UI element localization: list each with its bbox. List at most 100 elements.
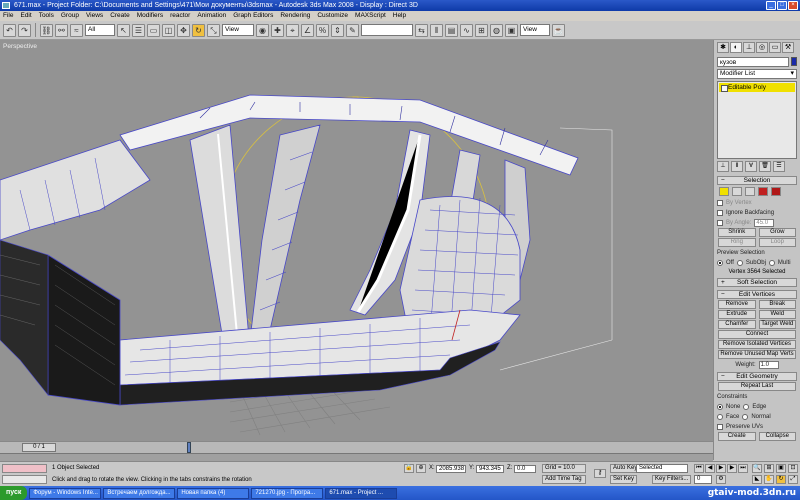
time-slider-frame[interactable]: 0 / 1	[22, 443, 56, 452]
taskbar-item-folder[interactable]: Новая папка (4)	[177, 487, 250, 499]
weight-field[interactable]: 1.0	[758, 360, 779, 369]
mirror-icon[interactable]: ⇆	[415, 23, 428, 37]
constraint-normal-radio[interactable]	[742, 413, 749, 420]
soft-selection-rollout[interactable]: Soft Selection	[717, 278, 797, 287]
car-body-mesh[interactable]	[0, 94, 579, 406]
menu-graph-editors[interactable]: Graph Editors	[233, 11, 273, 21]
menu-animation[interactable]: Animation	[197, 11, 226, 21]
constraint-edge-radio[interactable]	[743, 403, 750, 410]
go-to-start-icon[interactable]: ⏮	[694, 464, 704, 473]
material-editor-icon[interactable]: ◍	[490, 23, 503, 37]
link-icon[interactable]: ⛓	[40, 23, 53, 37]
remove-modifier-icon[interactable]: 🗑	[759, 161, 771, 172]
arc-rotate-icon[interactable]: ↻	[776, 475, 786, 484]
motion-tab-icon[interactable]: ◎	[756, 42, 768, 53]
create-button[interactable]: Create	[718, 432, 756, 441]
menu-maxscript[interactable]: MAXScript	[355, 11, 386, 21]
menu-file[interactable]: File	[3, 11, 13, 21]
object-color-swatch[interactable]	[791, 57, 797, 66]
select-object-icon[interactable]: ↖	[117, 23, 130, 37]
display-tab-icon[interactable]: ▭	[769, 42, 781, 53]
menu-modifiers[interactable]: Modifiers	[137, 11, 163, 21]
shrink-button[interactable]: Shrink	[718, 228, 756, 237]
track-bar[interactable]	[0, 453, 713, 461]
curve-editor-icon[interactable]: ∿	[460, 23, 473, 37]
modify-tab-icon[interactable]: ◐	[730, 42, 742, 53]
angle-snap-icon[interactable]: ∠	[301, 23, 314, 37]
undo-icon[interactable]: ↶	[3, 23, 16, 37]
repeat-last-button[interactable]: Repeat Last	[718, 382, 796, 391]
taskbar-item-browser[interactable]: Форум - Windows Inte...	[29, 487, 102, 499]
time-slider-handle[interactable]	[187, 442, 191, 453]
preserve-uvs-checkbox[interactable]	[717, 423, 723, 430]
stack-item-editable-poly[interactable]: Editable Poly	[719, 83, 795, 92]
redo-icon[interactable]: ↷	[18, 23, 31, 37]
preview-multi-radio[interactable]	[768, 259, 775, 266]
menu-help[interactable]: Help	[393, 11, 406, 21]
close-button[interactable]: ×	[788, 1, 798, 10]
pivot-center-icon[interactable]: ◉	[256, 23, 269, 37]
y-coordinate-field[interactable]: 943.345	[476, 465, 504, 473]
polygon-subobject-icon[interactable]	[758, 187, 768, 196]
edit-geometry-rollout[interactable]: Edit Geometry	[717, 372, 797, 381]
key-mode-dropdown[interactable]: Selected	[636, 464, 688, 473]
pin-stack-icon[interactable]: ⊥	[717, 161, 729, 172]
edit-named-selection-icon[interactable]: ✎	[346, 23, 359, 37]
start-button[interactable]: пуск	[0, 486, 28, 500]
selection-filter-dropdown[interactable]: All	[85, 24, 115, 36]
maximize-button[interactable]: □	[777, 1, 787, 10]
by-angle-field[interactable]: 45.0	[754, 218, 775, 227]
key-icon[interactable]: ⚷	[594, 469, 606, 478]
by-vertex-checkbox[interactable]	[717, 199, 723, 206]
go-to-end-icon[interactable]: ⏭	[738, 464, 748, 473]
create-tab-icon[interactable]: ✱	[717, 42, 729, 53]
loop-button[interactable]: Loop	[758, 238, 796, 247]
constraint-face-radio[interactable]	[717, 413, 723, 420]
set-key-button[interactable]: Set Key	[610, 475, 638, 484]
maximize-viewport-icon[interactable]: ⤢	[788, 475, 798, 484]
time-configuration-icon[interactable]: ⚙	[716, 475, 726, 484]
reference-coord-dropdown[interactable]: View	[222, 24, 254, 36]
zoom-extents-icon[interactable]: ▣	[776, 464, 786, 473]
taskbar-item-3dsmax[interactable]: 671.max - Project ...	[325, 487, 398, 499]
make-unique-icon[interactable]: ∀	[745, 161, 757, 172]
configure-sets-icon[interactable]: ☰	[773, 161, 785, 172]
schematic-view-icon[interactable]: ⊞	[475, 23, 488, 37]
vertex-subobject-icon[interactable]	[719, 187, 729, 196]
menu-customize[interactable]: Customize	[317, 11, 348, 21]
show-end-result-icon[interactable]: Ⅱ	[731, 161, 743, 172]
selection-rollout[interactable]: Selection	[717, 176, 797, 185]
previous-frame-icon[interactable]: ◀	[705, 464, 715, 473]
play-icon[interactable]: ▶	[716, 464, 726, 473]
zoom-extents-all-icon[interactable]: ⊡	[788, 464, 798, 473]
bind-space-warp-icon[interactable]: ≈	[70, 23, 83, 37]
extrude-button[interactable]: Extrude	[718, 310, 756, 319]
ignore-backfacing-checkbox[interactable]	[717, 209, 723, 216]
ring-button[interactable]: Ring	[718, 238, 756, 247]
border-subobject-icon[interactable]	[745, 187, 755, 196]
zoom-icon[interactable]: 🔍	[752, 464, 762, 473]
menu-edit[interactable]: Edit	[20, 11, 31, 21]
perspective-viewport[interactable]: Perspective	[0, 40, 713, 441]
select-by-name-icon[interactable]: ☰	[132, 23, 145, 37]
field-of-view-icon[interactable]: ◣	[752, 475, 762, 484]
align-icon[interactable]: ⫴	[430, 23, 443, 37]
quick-render-icon[interactable]: ☕	[552, 23, 565, 37]
modifier-list-dropdown[interactable]: Modifier List	[717, 69, 797, 79]
target-weld-button[interactable]: Target Weld	[758, 320, 796, 329]
taskbar-item-browser-2[interactable]: Встречаем долгожда...	[103, 487, 176, 499]
collapse-button[interactable]: Collapse	[758, 432, 796, 441]
utilities-tab-icon[interactable]: ⚒	[782, 42, 794, 53]
menu-rendering[interactable]: Rendering	[280, 11, 310, 21]
render-view-dropdown[interactable]: View	[520, 24, 550, 36]
x-coordinate-field[interactable]: 2085.938	[436, 465, 466, 473]
viewport-label[interactable]: Perspective	[3, 43, 37, 50]
spinner-snap-icon[interactable]: ⇕	[331, 23, 344, 37]
remove-button[interactable]: Remove	[718, 300, 756, 309]
menu-group[interactable]: Group	[61, 11, 79, 21]
window-crossing-icon[interactable]: ◫	[162, 23, 175, 37]
weld-button[interactable]: Weld	[758, 310, 796, 319]
remove-unused-map-verts-button[interactable]: Remove Unused Map Verts	[718, 350, 796, 359]
menu-reactor[interactable]: reactor	[170, 11, 190, 21]
select-scale-icon[interactable]: ⤡	[207, 23, 220, 37]
